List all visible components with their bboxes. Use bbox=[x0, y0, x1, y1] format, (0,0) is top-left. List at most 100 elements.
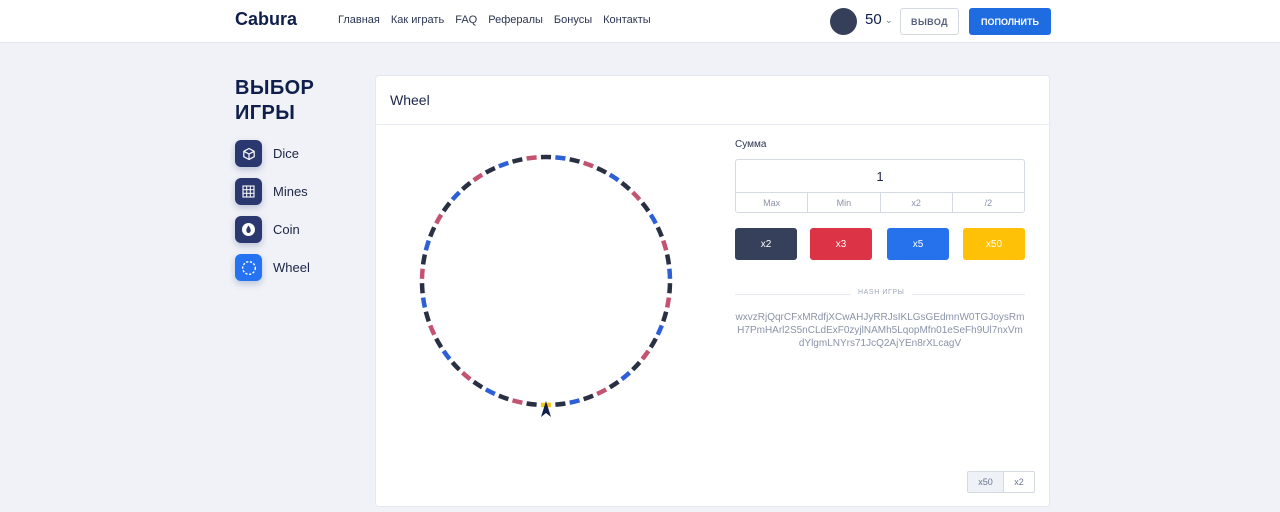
wheel-segment bbox=[526, 155, 537, 161]
wheel-segment bbox=[596, 387, 608, 397]
top-header: Cabura Главная Как играть FAQ Рефералы Б… bbox=[0, 0, 1280, 43]
wheel-segment bbox=[555, 155, 566, 161]
grid-icon bbox=[235, 178, 262, 205]
wheel-segment bbox=[648, 337, 658, 349]
sidebar-item-coin[interactable]: Coin bbox=[235, 216, 300, 243]
bet-x2-button[interactable]: x2 bbox=[735, 228, 797, 260]
sum-min-button[interactable]: Min bbox=[808, 193, 881, 213]
nav-faq[interactable]: FAQ bbox=[455, 14, 477, 26]
history-item: x50 bbox=[968, 472, 1004, 492]
wheel-segment bbox=[460, 370, 472, 381]
wheel-segment bbox=[450, 360, 461, 372]
wheel-segment bbox=[655, 324, 664, 336]
sum-quick-buttons: Max Min x2 /2 bbox=[736, 193, 1024, 213]
wheel-segment bbox=[434, 337, 444, 349]
games-heading-line1: ВЫБОР bbox=[235, 77, 315, 99]
wheel-segment bbox=[608, 172, 620, 183]
bet-x5-button[interactable]: x5 bbox=[887, 228, 949, 260]
wheel-segment bbox=[664, 297, 672, 308]
wheel-segment bbox=[428, 226, 437, 238]
sidebar-item-mines[interactable]: Mines bbox=[235, 178, 308, 205]
wheel-segment bbox=[555, 401, 566, 407]
site-logo[interactable]: Cabura bbox=[235, 9, 297, 30]
sidebar-item-dice[interactable]: Dice bbox=[235, 140, 299, 167]
nav-referrals[interactable]: Рефералы bbox=[488, 14, 543, 26]
coin-icon bbox=[235, 216, 262, 243]
game-title: Wheel bbox=[390, 92, 430, 108]
nav-home[interactable]: Главная bbox=[338, 14, 380, 26]
sidebar-item-wheel[interactable]: Wheel bbox=[235, 254, 310, 281]
games-heading-line2: ИГРЫ bbox=[235, 102, 296, 124]
wheel-segment bbox=[661, 311, 669, 323]
divider bbox=[376, 124, 1049, 125]
sum-field: Max Min x2 /2 bbox=[735, 159, 1025, 213]
main-nav: Главная Как играть FAQ Рефералы Бонусы К… bbox=[338, 14, 651, 26]
nav-contacts[interactable]: Контакты bbox=[603, 14, 651, 26]
sidebar-item-label: Coin bbox=[273, 222, 300, 237]
wheel-segment bbox=[569, 157, 581, 164]
deposit-button[interactable]: ПОПОЛНИТЬ bbox=[969, 8, 1051, 35]
sidebar-item-label: Wheel bbox=[273, 260, 310, 275]
game-card: Wheel Сумма Max Min x2 /2 x2 x3 x5 x50 H… bbox=[375, 75, 1050, 507]
games-heading: ВЫБОР ИГРЫ bbox=[235, 76, 314, 126]
wheel-segment bbox=[441, 201, 452, 213]
bet-x50-button[interactable]: x50 bbox=[963, 228, 1025, 260]
wheel-segment bbox=[640, 349, 651, 361]
wheel-graphic bbox=[419, 154, 673, 417]
wheel-segment bbox=[582, 160, 594, 169]
wheel-segment bbox=[620, 370, 632, 381]
wheel-segment bbox=[484, 165, 496, 175]
sidebar-item-label: Mines bbox=[273, 184, 308, 199]
wheel-segment bbox=[655, 226, 664, 238]
history-list: x50 x2 bbox=[967, 471, 1035, 493]
sidebar-item-label: Dice bbox=[273, 146, 300, 161]
wheel-segment bbox=[498, 393, 510, 402]
wheel-icon bbox=[235, 254, 262, 281]
wheel-segments bbox=[419, 154, 673, 408]
sum-max-button[interactable]: Max bbox=[736, 193, 809, 213]
wheel-segment bbox=[620, 181, 632, 192]
nav-bonuses[interactable]: Бонусы bbox=[554, 14, 592, 26]
hash-label: HASH ИГРЫ bbox=[850, 289, 913, 296]
wheel-segment bbox=[434, 213, 444, 225]
wheel-segment bbox=[498, 160, 510, 169]
wheel-segment bbox=[526, 401, 537, 407]
wheel-segment bbox=[667, 283, 673, 294]
history-item: x2 bbox=[1014, 477, 1024, 487]
wheel-segment bbox=[419, 268, 425, 279]
sum-double-button[interactable]: x2 bbox=[881, 193, 953, 213]
sum-label: Сумма bbox=[735, 139, 767, 150]
balance-value[interactable]: 50 bbox=[865, 11, 882, 28]
wheel-segment bbox=[667, 268, 673, 279]
chevron-down-icon[interactable]: ⌄ bbox=[885, 15, 893, 26]
wheel-segment bbox=[608, 379, 620, 390]
wheel-segment bbox=[423, 239, 431, 251]
wheel-segment bbox=[419, 283, 425, 294]
sum-input[interactable] bbox=[736, 160, 1024, 193]
wheel-segment bbox=[420, 297, 428, 308]
hash-value: wxvzRjQqrCFxMRdfjXCwAHJyRRJsIKLGsGEdmnW0… bbox=[735, 312, 1025, 349]
wheel-segment bbox=[441, 349, 452, 361]
withdraw-button[interactable]: ВЫВОД bbox=[900, 8, 959, 35]
wheel-segment bbox=[648, 213, 658, 225]
wheel-segment bbox=[428, 324, 437, 336]
wheel-segment bbox=[423, 311, 431, 323]
wheel-segment bbox=[450, 190, 461, 202]
wheel-segment bbox=[664, 254, 672, 265]
wheel-segment bbox=[569, 398, 581, 405]
wheel-segment bbox=[582, 393, 594, 402]
wheel-segment bbox=[661, 239, 669, 251]
wheel-segment bbox=[640, 201, 651, 213]
avatar[interactable] bbox=[830, 8, 857, 35]
wheel-segment bbox=[472, 379, 484, 390]
nav-how-to-play[interactable]: Как играть bbox=[391, 14, 444, 26]
wheel-segment bbox=[596, 165, 608, 175]
wheel-segment bbox=[511, 398, 523, 405]
cube-icon bbox=[235, 140, 262, 167]
sum-half-button[interactable]: /2 bbox=[953, 193, 1024, 213]
wheel-segment bbox=[460, 181, 472, 192]
wheel-segment bbox=[511, 157, 523, 164]
bet-x3-button[interactable]: x3 bbox=[810, 228, 872, 260]
wheel-segment bbox=[420, 254, 428, 265]
wheel-segment bbox=[631, 190, 642, 202]
